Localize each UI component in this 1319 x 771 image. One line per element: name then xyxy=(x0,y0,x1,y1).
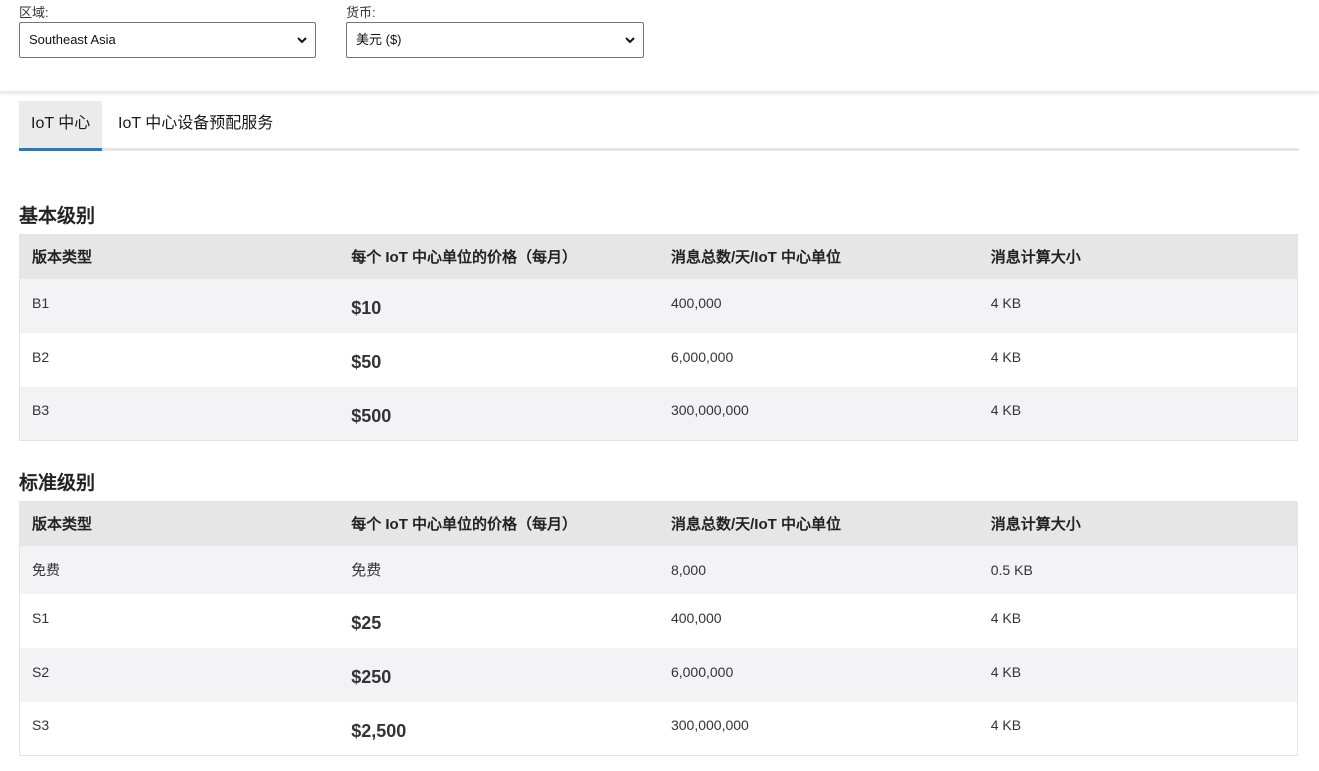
header-message-size: 消息计算大小 xyxy=(978,234,1298,279)
size-cell: 4 KB xyxy=(978,647,1298,702)
currency-select-value: 美元 ($) xyxy=(356,32,402,47)
standard-tier-table: 版本类型 每个 IoT 中心单位的价格（每月） 消息总数/天/IoT 中心单位 … xyxy=(19,501,1298,756)
messages-cell: 400,000 xyxy=(658,593,979,648)
table-row: S3 $2,500 300,000,000 4 KB xyxy=(19,701,1298,756)
region-select-value: Southeast Asia xyxy=(29,32,116,47)
basic-tier-table: 版本类型 每个 IoT 中心单位的价格（每月） 消息总数/天/IoT 中心单位 … xyxy=(19,234,1298,441)
table-row: S2 $250 6,000,000 4 KB xyxy=(19,647,1298,702)
table-header-row: 版本类型 每个 IoT 中心单位的价格（每月） 消息总数/天/IoT 中心单位 … xyxy=(19,501,1298,546)
header-edition: 版本类型 xyxy=(19,234,340,279)
size-cell: 4 KB xyxy=(978,701,1298,756)
table-row: B1 $10 400,000 4 KB xyxy=(19,278,1298,333)
table-header-row: 版本类型 每个 IoT 中心单位的价格（每月） 消息总数/天/IoT 中心单位 … xyxy=(19,234,1298,279)
messages-cell: 300,000,000 xyxy=(658,386,979,441)
tab-iot-hub[interactable]: IoT 中心 xyxy=(19,101,102,151)
table-row: B2 $50 6,000,000 4 KB xyxy=(19,332,1298,387)
price-cell: $50 xyxy=(339,332,659,387)
header-messages: 消息总数/天/IoT 中心单位 xyxy=(658,501,979,546)
chevron-down-icon xyxy=(624,23,636,57)
header-price: 每个 IoT 中心单位的价格（每月） xyxy=(339,501,659,546)
size-cell: 0.5 KB xyxy=(978,545,1298,594)
price-cell: $500 xyxy=(339,386,659,441)
messages-cell: 6,000,000 xyxy=(658,647,979,702)
header-message-size: 消息计算大小 xyxy=(978,501,1298,546)
region-select[interactable]: Southeast Asia xyxy=(19,22,316,58)
edition-cell: B3 xyxy=(19,386,340,441)
currency-label: 货币: xyxy=(346,5,376,20)
region-filter: 区域: Southeast Asia xyxy=(19,5,316,58)
currency-filter: 货币: 美元 ($) xyxy=(346,5,644,58)
edition-cell: S1 xyxy=(19,593,340,648)
price-cell: $250 xyxy=(339,647,659,702)
messages-cell: 8,000 xyxy=(658,545,979,594)
price-cell: $2,500 xyxy=(339,701,659,756)
size-cell: 4 KB xyxy=(978,332,1298,387)
header-edition: 版本类型 xyxy=(19,501,340,546)
standard-tier-title: 标准级别 xyxy=(19,473,96,494)
edition-cell: B1 xyxy=(19,278,340,333)
size-cell: 4 KB xyxy=(978,278,1298,333)
chevron-down-icon xyxy=(296,23,308,57)
price-cell: $10 xyxy=(339,278,659,333)
size-cell: 4 KB xyxy=(978,386,1298,441)
table-row: B3 $500 300,000,000 4 KB xyxy=(19,386,1298,441)
messages-cell: 300,000,000 xyxy=(658,701,979,756)
edition-cell: S2 xyxy=(19,647,340,702)
price-cell: 免费 xyxy=(339,545,659,594)
filter-bar: 区域: Southeast Asia 货币: 美元 ($) xyxy=(0,0,1319,92)
price-cell: $25 xyxy=(339,593,659,648)
header-messages: 消息总数/天/IoT 中心单位 xyxy=(658,234,979,279)
currency-select[interactable]: 美元 ($) xyxy=(346,22,644,58)
table-row: 免费 免费 8,000 0.5 KB xyxy=(19,545,1298,594)
region-label: 区域: xyxy=(19,5,49,20)
size-cell: 4 KB xyxy=(978,593,1298,648)
tab-device-provisioning[interactable]: IoT 中心设备预配服务 xyxy=(118,101,273,151)
edition-cell: B2 xyxy=(19,332,340,387)
table-row: S1 $25 400,000 4 KB xyxy=(19,593,1298,648)
edition-cell: 免费 xyxy=(19,545,340,594)
basic-tier-title: 基本级别 xyxy=(19,206,96,227)
messages-cell: 6,000,000 xyxy=(658,332,979,387)
header-price: 每个 IoT 中心单位的价格（每月） xyxy=(339,234,659,279)
tab-bar: IoT 中心 IoT 中心设备预配服务 xyxy=(19,101,1299,151)
messages-cell: 400,000 xyxy=(658,278,979,333)
edition-cell: S3 xyxy=(19,701,340,756)
